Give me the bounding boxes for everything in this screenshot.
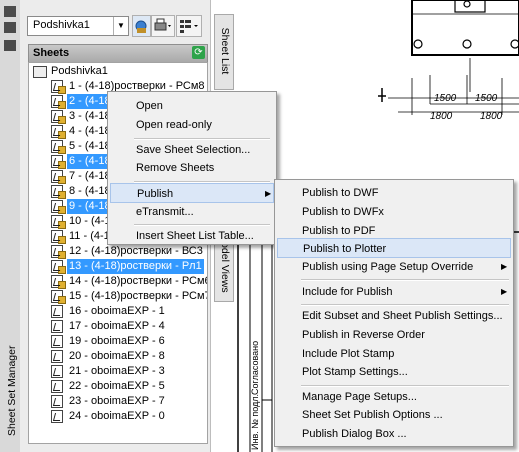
title-block-label: Инв. № подл. xyxy=(250,394,260,450)
submenu-arrow-icon: ▶ xyxy=(501,262,508,271)
sheet-set-combo-value: Podshivka1 xyxy=(33,19,90,31)
sheet-icon xyxy=(51,350,63,363)
menu-separator xyxy=(301,279,509,281)
tab-sheet-list[interactable]: Sheet List xyxy=(214,14,234,90)
menu-item-insert-sheet-list-table[interactable]: Insert Sheet List Table... xyxy=(110,226,274,246)
plotter-icon[interactable] xyxy=(151,15,175,37)
locked-sheet-icon xyxy=(51,185,66,199)
menu-item-publish-reverse-order[interactable]: Publish in Reverse Order xyxy=(277,325,511,345)
dimension-label: 1800 xyxy=(430,111,453,122)
menu-item-publish-dialog-box[interactable]: Publish Dialog Box ... xyxy=(277,424,511,444)
menu-item-open[interactable]: Open xyxy=(110,96,274,116)
sheet-icon xyxy=(51,410,63,423)
chevron-down-icon[interactable]: ▼ xyxy=(113,17,128,35)
sheet-icon xyxy=(51,380,63,393)
locked-sheet-icon xyxy=(51,95,66,109)
publish-submenu: Publish to DWF Publish to DWFx Publish t… xyxy=(274,179,514,447)
dimension-label: 1500 xyxy=(434,93,457,104)
locked-sheet-icon xyxy=(51,245,66,259)
sheet-label: 14 - (4-18)ростверки - РСм6 xyxy=(69,275,208,287)
sheet-label: 23 - oboimaEXP - 7 xyxy=(69,395,165,407)
sheet-label: 24 - oboimaEXP - 0 xyxy=(69,410,165,422)
close-icon[interactable] xyxy=(4,6,16,17)
sheet-icon xyxy=(51,305,63,318)
locked-sheet-icon xyxy=(51,215,66,229)
locked-sheet-icon xyxy=(51,275,66,289)
dimension-label: 1800 xyxy=(480,111,503,122)
sheet-set-icon xyxy=(33,66,47,78)
sheet-label: 19 - oboimaEXP - 6 xyxy=(69,335,165,347)
sheet-context-menu: Open Open read-only Save Sheet Selection… xyxy=(107,91,277,245)
dimension-label: 1500 xyxy=(475,93,498,104)
locked-sheet-icon xyxy=(51,260,66,274)
menu-item-save-sheet-selection[interactable]: Save Sheet Selection... xyxy=(110,140,274,160)
locked-sheet-icon xyxy=(51,110,66,124)
menu-item-publish-to-dwfx[interactable]: Publish to DWFx xyxy=(277,202,511,222)
menu-item-include-plot-stamp[interactable]: Include Plot Stamp xyxy=(277,344,511,364)
title-block-label: Согласовано xyxy=(250,341,260,395)
menu-item-publish-to-dwf[interactable]: Publish to DWF xyxy=(277,183,511,203)
sheet-icon xyxy=(51,395,63,408)
sheets-title: Sheets xyxy=(33,47,70,59)
locked-sheet-icon xyxy=(51,200,66,214)
menu-item-publish[interactable]: Publish ▶ xyxy=(110,183,274,203)
sheets-header: Sheets ⟳ xyxy=(28,44,208,63)
tree-root-label: Podshivka1 xyxy=(51,65,108,77)
locked-sheet-icon xyxy=(51,290,66,304)
menu-item-edit-subset-settings[interactable]: Edit Subset and Sheet Publish Settings..… xyxy=(277,306,511,326)
sheet-label: 20 - oboimaEXP - 8 xyxy=(69,350,165,362)
sheet-icon xyxy=(51,365,63,378)
menu-item-remove-sheets[interactable]: Remove Sheets xyxy=(110,158,274,178)
menu-item-publish-page-setup-override[interactable]: Publish using Page Setup Override ▶ xyxy=(277,257,511,277)
view-options-icon[interactable] xyxy=(176,15,202,37)
sheet-label: 16 - oboimaEXP - 1 xyxy=(69,305,165,317)
sheet-label: 13 - (4-18)ростверки - Рл1 xyxy=(67,259,204,274)
menu-item-open-read-only[interactable]: Open read-only xyxy=(110,115,274,135)
locked-sheet-icon xyxy=(51,80,66,94)
locked-sheet-icon xyxy=(51,125,66,139)
sheet-label: 22 - oboimaEXP - 5 xyxy=(69,380,165,392)
menu-item-sheet-set-publish-options[interactable]: Sheet Set Publish Options ... xyxy=(277,405,511,425)
menu-item-publish-to-plotter[interactable]: Publish to Plotter xyxy=(277,238,511,258)
locked-sheet-icon xyxy=(51,170,66,184)
sheet-label: 15 - (4-18)ростверки - РСм7 xyxy=(69,290,208,302)
auto-hide-icon[interactable] xyxy=(4,22,16,33)
sheet-icon xyxy=(51,320,63,333)
sheet-icon xyxy=(51,335,63,348)
locked-sheet-icon xyxy=(51,155,66,169)
submenu-arrow-icon: ▶ xyxy=(265,189,272,198)
menu-item-plot-stamp-settings[interactable]: Plot Stamp Settings... xyxy=(277,362,511,382)
sheet-label: 17 - oboimaEXP - 4 xyxy=(69,320,165,332)
sheet-label: 21 - oboimaEXP - 3 xyxy=(69,365,165,377)
menu-item-etransmit[interactable]: eTransmit... xyxy=(110,202,274,222)
palette-title-strip[interactable]: Sheet Set Manager xyxy=(0,0,21,452)
menu-item-manage-page-setups[interactable]: Manage Page Setups... xyxy=(277,387,511,407)
locked-sheet-icon xyxy=(51,140,66,154)
properties-icon[interactable] xyxy=(4,40,16,51)
menu-item-include-for-publish[interactable]: Include for Publish ▶ xyxy=(277,282,511,302)
locked-sheet-icon xyxy=(51,230,66,244)
sheet-label: 12 - (4-18)ростверки - ВС3 xyxy=(69,245,203,257)
publish-icon[interactable] xyxy=(132,15,151,37)
submenu-arrow-icon: ▶ xyxy=(501,287,508,296)
sheet-set-combo[interactable]: Podshivka1 ▼ xyxy=(27,16,129,36)
refresh-icon[interactable]: ⟳ xyxy=(192,46,205,59)
palette-title: Sheet Set Manager xyxy=(6,345,18,436)
